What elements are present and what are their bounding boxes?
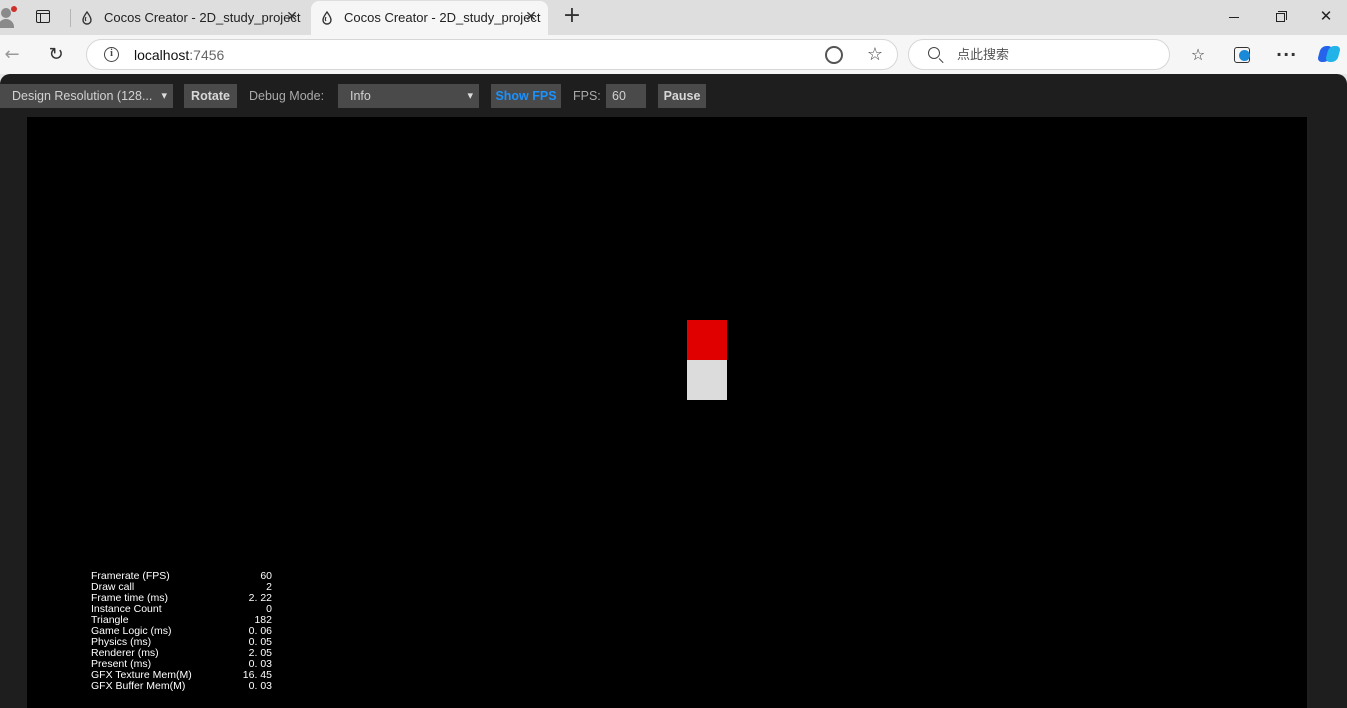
browser-toolbar: ← ↻ i localhost:7456 ☆ ☆ ··· — [0, 35, 1347, 74]
tab-strip: Cocos Creator - 2D_study_project ✕ Cocos… — [0, 0, 1347, 35]
window-close-button[interactable]: ✕ — [1303, 0, 1347, 34]
profile-avatar-icon[interactable] — [0, 6, 18, 28]
search-icon — [928, 47, 940, 59]
restore-icon — [1276, 13, 1285, 22]
chevron-down-icon: ▾ — [161, 90, 167, 102]
design-resolution-value: Design Resolution (128... — [12, 89, 153, 103]
search-box[interactable] — [908, 39, 1170, 70]
fps-label: FPS: — [573, 89, 601, 103]
white-sprite — [687, 360, 727, 400]
address-bar[interactable]: i localhost:7456 ☆ — [86, 39, 898, 70]
rotate-button[interactable]: Rotate — [184, 84, 237, 108]
more-options-icon[interactable]: ··· — [1276, 45, 1296, 65]
red-sprite — [687, 320, 727, 360]
tab-actions-icon[interactable] — [34, 8, 52, 26]
fps-input[interactable] — [606, 84, 646, 108]
window-minimize-button[interactable] — [1211, 0, 1257, 34]
cocos-favicon-icon — [82, 11, 92, 25]
favorite-star-icon[interactable]: ☆ — [867, 44, 883, 65]
tab-title: Cocos Creator - 2D_study_project — [104, 10, 301, 25]
favorites-list-icon[interactable]: ☆ — [1188, 45, 1208, 65]
reload-icon[interactable]: ↻ — [44, 43, 68, 67]
game-canvas[interactable]: Framerate (FPS) 60 Draw call 2 Frame time … — [27, 117, 1307, 708]
cocos-favicon-icon — [322, 11, 332, 25]
stats-row: GFX Buffer Mem(M) 0. 03 — [91, 681, 281, 692]
minimize-icon — [1229, 17, 1239, 18]
tab-close-icon[interactable]: ✕ — [522, 7, 540, 25]
chevron-down-icon: ▾ — [467, 90, 473, 102]
stats-value: 0. 03 — [248, 680, 272, 692]
tab-active[interactable]: Cocos Creator - 2D_study_project ✕ — [311, 1, 548, 35]
design-resolution-select[interactable]: Design Resolution (128... ▾ — [0, 84, 173, 108]
close-icon: ✕ — [1319, 7, 1333, 25]
back-arrow-icon[interactable]: ← — [0, 43, 24, 67]
debug-mode-value: Info — [350, 89, 371, 103]
url-port: :7456 — [189, 47, 225, 63]
url-text[interactable]: localhost:7456 — [134, 47, 224, 63]
tab-close-icon[interactable]: ✕ — [283, 7, 301, 25]
extension-refresh-icon[interactable] — [825, 46, 843, 64]
tab-title: Cocos Creator - 2D_study_project — [344, 10, 541, 25]
page-content: Design Resolution (128... ▾ Rotate Debug… — [0, 74, 1347, 708]
copilot-icon[interactable] — [1316, 43, 1342, 65]
debug-mode-select[interactable]: Info ▾ — [338, 84, 479, 108]
debug-mode-label: Debug Mode: — [249, 89, 325, 103]
show-fps-button[interactable]: Show FPS — [491, 84, 561, 108]
window-restore-button[interactable] — [1257, 0, 1303, 34]
pause-button[interactable]: Pause — [658, 84, 706, 108]
stats-label: GFX Buffer Mem(M) — [91, 680, 186, 692]
new-tab-plus-icon[interactable]: + — [561, 5, 583, 28]
tab-inactive[interactable]: Cocos Creator - 2D_study_project ✕ — [70, 1, 309, 35]
profiler-stats: Framerate (FPS) 60 Draw call 2 Frame time … — [91, 571, 281, 692]
url-host: localhost — [134, 47, 190, 63]
search-input[interactable] — [957, 46, 1157, 64]
cocos-preview-toolbar: Design Resolution (128... ▾ Rotate Debug… — [0, 74, 1347, 116]
site-info-icon[interactable]: i — [104, 47, 119, 62]
collections-icon[interactable] — [1232, 45, 1252, 65]
